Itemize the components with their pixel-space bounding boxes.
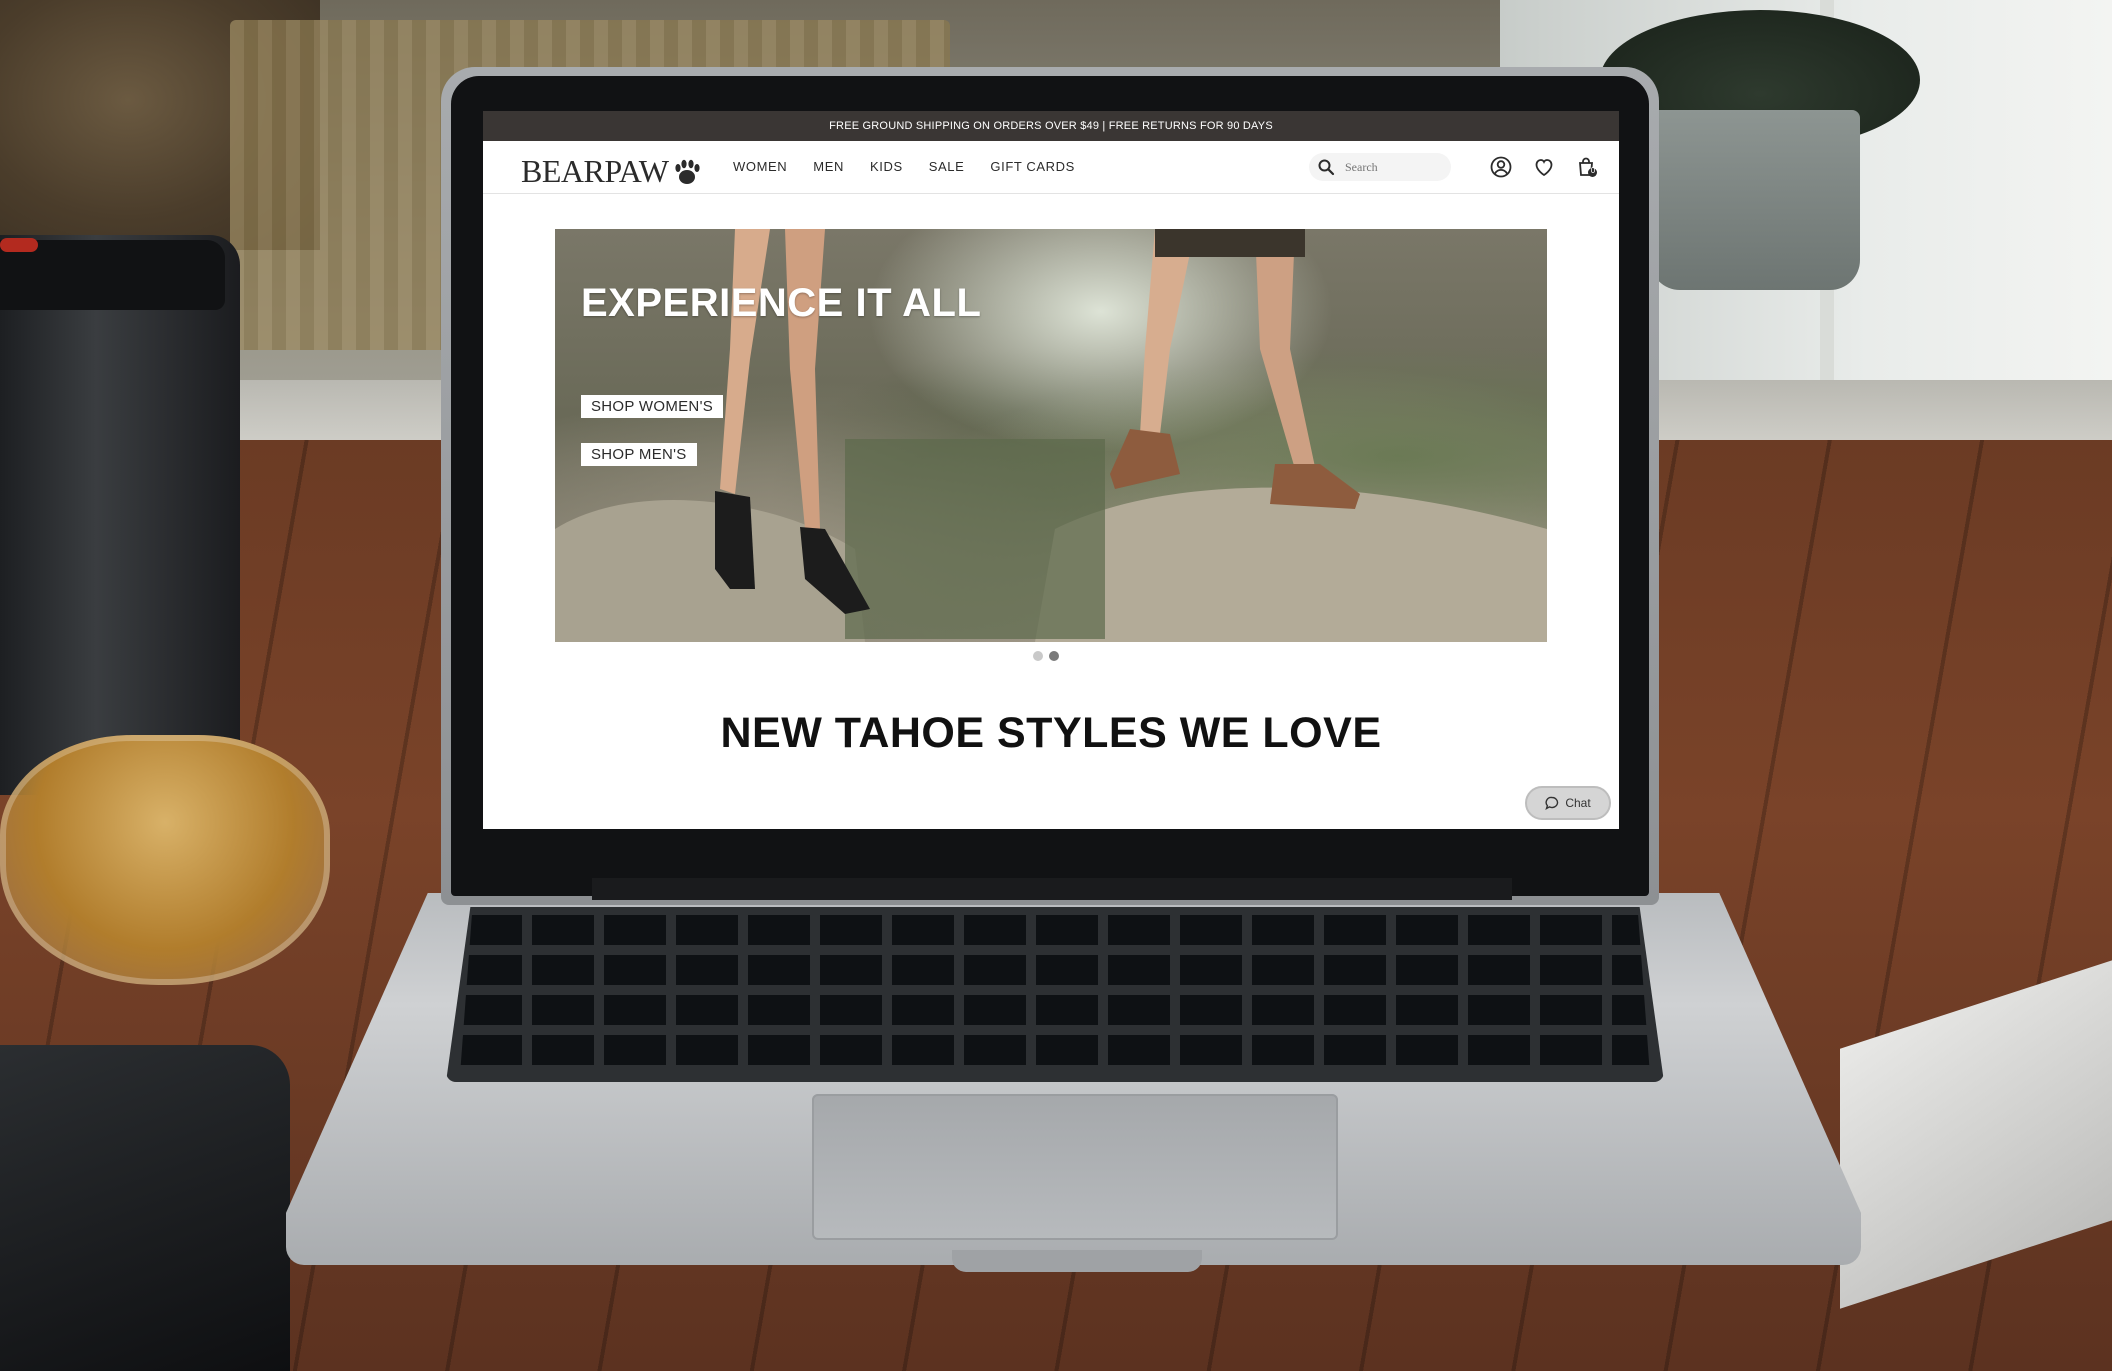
- cart-button[interactable]: 0: [1575, 155, 1599, 179]
- chat-label: Chat: [1565, 796, 1591, 810]
- hero-banner[interactable]: EXPERIENCE IT ALL SHOP WOMEN'S SHOP MEN'…: [555, 229, 1547, 642]
- trackpad: [812, 1094, 1338, 1240]
- shop-womens-button[interactable]: SHOP WOMEN'S: [581, 395, 724, 418]
- carousel-dots: [1033, 651, 1059, 661]
- nav-gift-cards[interactable]: GIFT CARDS: [990, 159, 1075, 174]
- search-icon[interactable]: [1317, 158, 1335, 176]
- carousel-dot-1[interactable]: [1033, 651, 1043, 661]
- main-nav: WOMEN MEN KIDS SALE GIFT CARDS: [733, 159, 1075, 174]
- nav-kids[interactable]: KIDS: [870, 159, 903, 174]
- browser-screen: FREE GROUND SHIPPING ON ORDERS OVER $49 …: [483, 111, 1619, 829]
- laptop-front-notch: [952, 1250, 1202, 1272]
- search-input[interactable]: [1343, 158, 1447, 176]
- hero-title: EXPERIENCE IT ALL: [581, 281, 982, 325]
- site-header: BEARPAW WOMEN MEN KIDS SALE GIFT CARDS S…: [483, 141, 1619, 194]
- search-box[interactable]: [1309, 153, 1451, 181]
- heart-icon[interactable]: [1532, 155, 1556, 179]
- logo-text: BEARPAW: [521, 153, 669, 189]
- smartphone: [0, 1045, 290, 1371]
- background-pot: [1650, 110, 1860, 290]
- account-icon[interactable]: [1489, 155, 1513, 179]
- nav-women[interactable]: WOMEN: [733, 159, 787, 174]
- tea-cup: [0, 735, 330, 985]
- chat-button[interactable]: Chat: [1525, 786, 1611, 820]
- tea-kettle: [0, 235, 240, 795]
- bearpaw-logo[interactable]: BEARPAW: [521, 153, 702, 190]
- promo-bar: FREE GROUND SHIPPING ON ORDERS OVER $49 …: [483, 111, 1619, 141]
- carousel-dot-2[interactable]: [1049, 651, 1059, 661]
- paw-icon: [675, 159, 701, 184]
- nav-men[interactable]: MEN: [813, 159, 844, 174]
- shop-mens-button[interactable]: SHOP MEN'S: [581, 443, 697, 466]
- section-title: NEW TAHOE STYLES WE LOVE: [720, 709, 1382, 757]
- kettle-knob: [0, 238, 38, 252]
- laptop-hinge: [592, 878, 1512, 900]
- keyboard-keys: [460, 915, 1650, 1075]
- cart-count: 0: [1590, 166, 1596, 175]
- chat-bubble-icon: [1545, 796, 1559, 810]
- promo-text: FREE GROUND SHIPPING ON ORDERS OVER $49 …: [829, 120, 1273, 132]
- nav-sale[interactable]: SALE: [929, 159, 965, 174]
